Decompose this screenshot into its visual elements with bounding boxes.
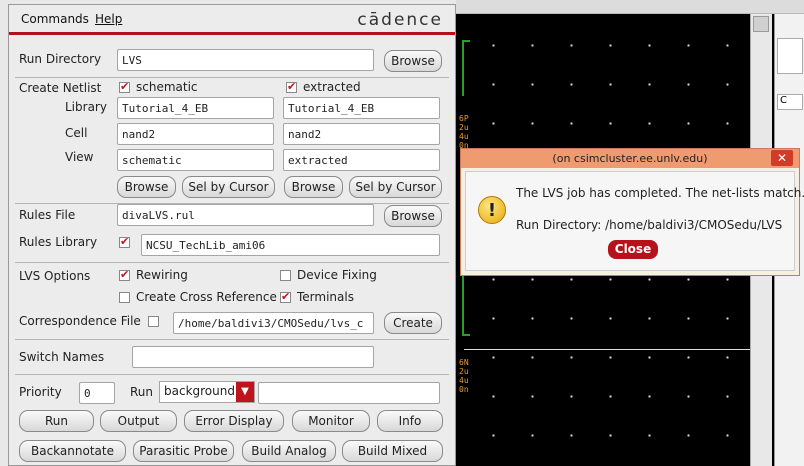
schematic-cell-input[interactable]: nand2 <box>117 123 274 145</box>
layout-label: 6P 2u 4u 0n <box>459 114 469 150</box>
schematic-view-input[interactable]: schematic <box>117 149 274 171</box>
dialog-title: (on csimcluster.ee.unlv.edu) <box>461 149 799 168</box>
rewiring-label: Rewiring <box>136 268 188 282</box>
menu-commands[interactable]: Commands <box>21 12 89 26</box>
canvas-toolbar <box>456 0 804 14</box>
divider <box>15 339 449 340</box>
rules-library-input[interactable]: NCSU_TechLib_ami06 <box>141 234 440 256</box>
warning-icon: ! <box>478 196 506 224</box>
cross-reference-label: Create Cross Reference <box>136 290 277 304</box>
rules-file-browse-button[interactable]: Browse <box>384 205 442 227</box>
menubar: Commands Help cādence <box>9 5 455 35</box>
info-button[interactable]: Info <box>377 410 443 432</box>
device-fixing-checkbox[interactable] <box>280 270 291 281</box>
menu-help[interactable]: Help <box>95 12 122 26</box>
run-directory-input[interactable]: LVS <box>117 49 374 71</box>
extracted-view-input[interactable]: extracted <box>283 149 440 171</box>
run-directory-label: Run Directory <box>19 52 102 66</box>
schematic-browse-button[interactable]: Browse <box>117 176 176 198</box>
divider <box>15 77 449 78</box>
backannotate-button[interactable]: Backannotate <box>19 440 126 462</box>
dialog-run-directory: Run Directory: /home/baldivi3/CMOSedu/LV… <box>516 218 783 232</box>
correspondence-file-label: Correspondence File <box>19 314 141 328</box>
terminals-checkbox[interactable] <box>280 290 291 303</box>
cell-label: Cell <box>65 126 88 140</box>
layout-wire <box>462 40 464 96</box>
cross-reference-checkbox[interactable] <box>119 292 130 303</box>
rules-library-label: Rules Library <box>19 235 98 249</box>
lvs-form: Commands Help cādence Run Directory LVS … <box>8 4 456 466</box>
monitor-button[interactable]: Monitor <box>292 410 370 432</box>
schematic-sel-by-cursor-button[interactable]: Sel by Cursor <box>182 176 275 198</box>
correspondence-checkbox[interactable] <box>148 316 159 327</box>
run-button[interactable]: Run <box>19 410 94 432</box>
dialog-message: The LVS job has completed. The net-lists… <box>516 186 804 200</box>
extracted-library-input[interactable]: Tutorial_4_EB <box>283 97 440 119</box>
rewiring-checkbox[interactable] <box>119 268 130 281</box>
output-button[interactable]: Output <box>100 410 177 432</box>
side-cell <box>777 38 803 74</box>
run-mode-select[interactable]: background ▼ <box>159 381 255 403</box>
cadence-logo: cādence <box>357 10 443 30</box>
build-analog-button[interactable]: Build Analog <box>242 440 336 462</box>
divider <box>15 374 449 375</box>
priority-label: Priority <box>19 385 62 399</box>
schematic-check-label: schematic <box>136 80 198 94</box>
lvs-complete-dialog: (on csimcluster.ee.unlv.edu) ✕ ! The LVS… <box>460 148 804 276</box>
extracted-check-label: extracted <box>303 80 361 94</box>
divider <box>15 262 449 263</box>
error-display-button[interactable]: Error Display <box>184 410 284 432</box>
lvs-options-label: LVS Options <box>19 269 91 283</box>
switch-names-input[interactable] <box>132 346 374 368</box>
run-extra-input[interactable] <box>258 382 440 404</box>
extracted-sel-by-cursor-button[interactable]: Sel by Cursor <box>349 176 442 198</box>
scroll-up-button[interactable] <box>753 16 769 32</box>
switch-names-label: Switch Names <box>19 350 105 364</box>
layout-label: 6N 2u 4u 0n <box>459 358 469 394</box>
layout-rail <box>464 349 750 350</box>
view-label: View <box>65 150 94 164</box>
extracted-checkbox[interactable] <box>286 80 297 93</box>
extracted-cell-input[interactable]: nand2 <box>283 123 440 145</box>
schematic-checkbox[interactable] <box>119 80 130 93</box>
parasitic-probe-button[interactable]: Parasitic Probe <box>133 440 234 462</box>
build-mixed-button[interactable]: Build Mixed <box>342 440 443 462</box>
correspondence-file-input[interactable]: /home/baldivi3/CMOSedu/lvs_c <box>173 312 374 334</box>
create-netlist-label: Create Netlist <box>19 81 102 95</box>
layout-wire <box>462 334 470 336</box>
close-icon[interactable]: ✕ <box>771 150 793 166</box>
device-fixing-label: Device Fixing <box>297 268 377 282</box>
chevron-down-icon[interactable]: ▼ <box>236 382 254 402</box>
create-button[interactable]: Create <box>384 312 442 334</box>
run-directory-browse-button[interactable]: Browse <box>384 50 442 72</box>
extracted-browse-button[interactable]: Browse <box>284 176 343 198</box>
layout-wire <box>462 270 464 336</box>
screen: 6P 2u 4u 0n 6N 2u 4u 0n C Commands Help cādenc… <box>0 0 804 466</box>
side-cell: C <box>777 94 803 110</box>
rules-file-input[interactable]: divaLVS.rul <box>117 204 374 226</box>
run-mode-value: background <box>164 384 235 398</box>
schematic-library-input[interactable]: Tutorial_4_EB <box>117 97 274 119</box>
close-button[interactable]: Close <box>608 240 658 259</box>
terminals-label: Terminals <box>297 290 354 304</box>
rules-file-label: Rules File <box>19 208 76 222</box>
run-mode-label: Run <box>130 385 154 399</box>
library-label: Library <box>65 100 107 114</box>
layout-wire <box>462 40 470 42</box>
dialog-body: ! The LVS job has completed. The net-lis… <box>465 171 804 271</box>
priority-input[interactable]: 0 <box>79 382 115 404</box>
rules-library-checkbox[interactable] <box>119 235 130 248</box>
